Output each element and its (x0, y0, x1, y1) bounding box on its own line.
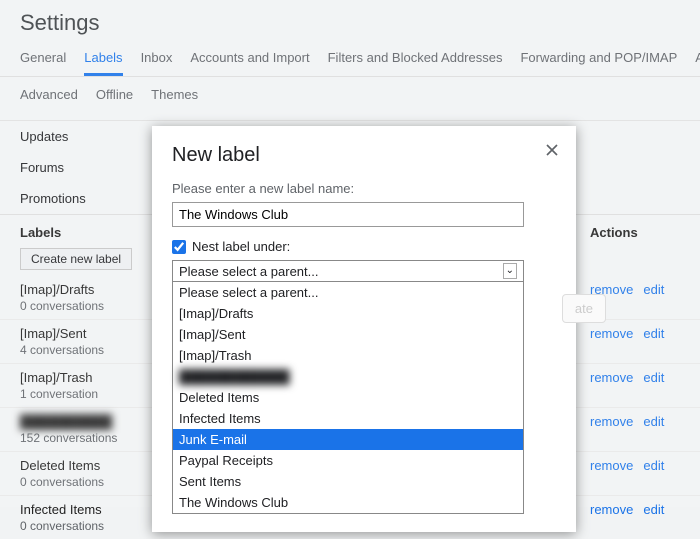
parent-label-select[interactable]: Please select a parent... ⌄ Please selec… (172, 260, 524, 514)
new-label-dialog: New label Please enter a new label name:… (152, 126, 576, 532)
select-option[interactable]: [Imap]/Sent (173, 324, 523, 345)
select-option[interactable]: [Imap]/Drafts (173, 303, 523, 324)
select-display[interactable]: Please select a parent... ⌄ (172, 260, 524, 282)
select-option[interactable]: Sent Items (173, 471, 523, 492)
dialog-title: New label (172, 144, 556, 167)
select-options-list: Please select a parent...[Imap]/Drafts[I… (172, 282, 524, 514)
select-option[interactable]: Infected Items (173, 408, 523, 429)
select-option[interactable]: Deleted Items (173, 387, 523, 408)
select-value: Please select a parent... (179, 264, 318, 279)
select-option[interactable]: The Windows Club (173, 492, 523, 513)
label-name-input[interactable] (172, 202, 524, 227)
select-option[interactable]: Junk E-mail (173, 429, 523, 450)
select-option[interactable]: Paypal Receipts (173, 450, 523, 471)
select-option[interactable]: Please select a parent... (173, 282, 523, 303)
label-name-field-label: Please enter a new label name: (172, 181, 556, 196)
close-icon[interactable] (542, 140, 562, 163)
chevron-down-icon: ⌄ (503, 263, 517, 279)
select-option[interactable]: [Imap]/Trash (173, 345, 523, 366)
dialog-action-button[interactable]: ate (562, 294, 606, 323)
select-option[interactable]: ████████████ (173, 366, 523, 387)
nest-under-checkbox[interactable] (172, 240, 186, 254)
nest-under-label: Nest label under: (192, 239, 290, 254)
